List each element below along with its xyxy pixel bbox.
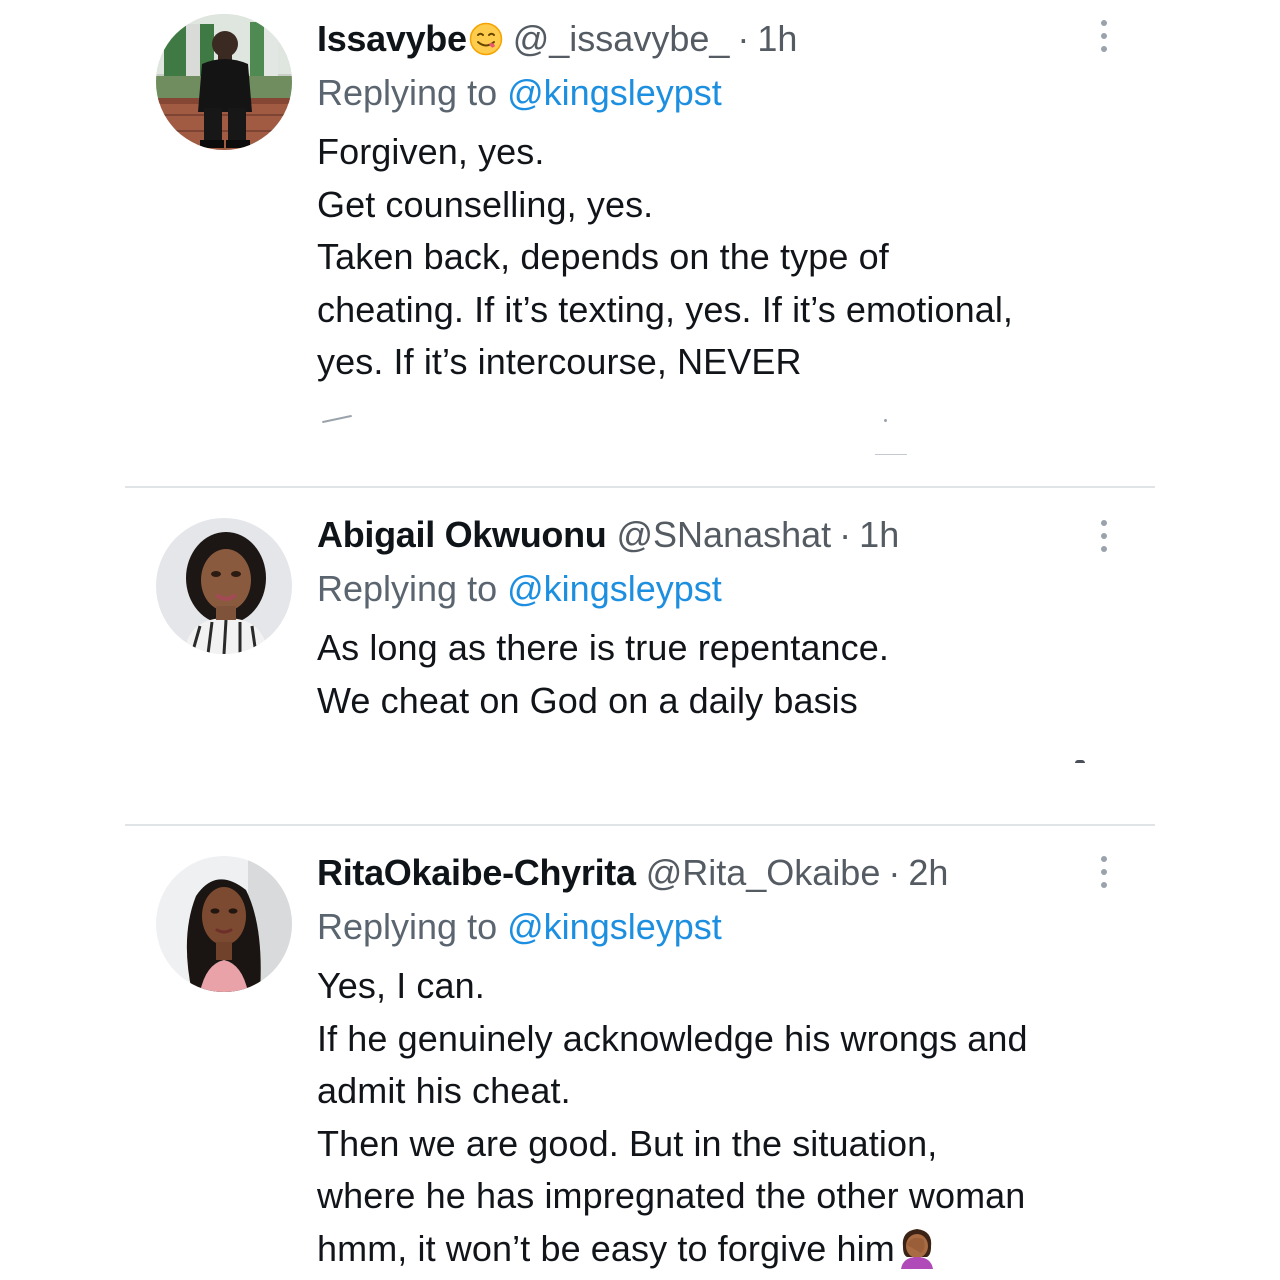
tweet-body-line: where he has impregnated the other woman xyxy=(317,1175,1026,1216)
cropped-action-remnant xyxy=(1075,760,1085,763)
tweet-body-line: cheating. If it’s texting, yes. If it’s … xyxy=(317,288,1014,330)
more-options-icon[interactable] xyxy=(1093,516,1115,556)
more-options-icon[interactable] xyxy=(1093,16,1115,56)
dot xyxy=(1101,882,1107,888)
tweet-body-line: yes. If it’s intercourse, NEVER xyxy=(317,341,802,382)
dot xyxy=(1101,856,1107,862)
cropped-action-remnant xyxy=(884,419,887,422)
dot xyxy=(1101,546,1107,552)
tweet-content: RitaOkaibe-Chyrita @Rita_Okaibe · 2h Rep… xyxy=(317,850,1130,1275)
man-in-black-suit-avatar-icon xyxy=(156,14,292,150)
timestamp[interactable]: 2h xyxy=(908,850,948,896)
replying-to-line: Replying to @kingsleypst xyxy=(317,904,1130,950)
user-handle[interactable]: @SNanashat xyxy=(617,512,832,558)
tweet-body-line: Then we are good. But in the situation, xyxy=(317,1122,938,1164)
separator: · xyxy=(888,852,901,893)
display-name[interactable]: Issavybe xyxy=(317,16,467,62)
timestamp[interactable]: 1h xyxy=(757,16,797,62)
display-name[interactable]: Abigail Okwuonu xyxy=(317,512,607,558)
woman-portrait-avatar-icon xyxy=(156,518,292,654)
tweet-body-line: If he genuinely acknowledge his wrongs a… xyxy=(317,1017,1028,1059)
dot xyxy=(1101,520,1107,526)
avatar[interactable] xyxy=(156,518,292,654)
woman-long-hair-avatar-icon xyxy=(156,856,292,992)
tweet-body-line: Taken back, depends on the type of xyxy=(317,236,889,277)
reply-feed: Issavybe @_issavybe_ · 1h Replying to @k… xyxy=(0,0,1280,1280)
cropped-action-remnant xyxy=(875,454,907,455)
dot xyxy=(1101,869,1107,875)
replying-to-label: Replying to xyxy=(317,568,498,609)
tweet-content: Issavybe @_issavybe_ · 1h Replying to @k… xyxy=(317,16,1130,389)
tweet-body: Yes, I can. If he genuinely acknowledge … xyxy=(317,960,1130,1275)
tweet-body-line: As long as there is true repentance. xyxy=(317,627,889,668)
face-savoring-food-icon xyxy=(469,22,503,56)
tweet-body: As long as there is true repentance. We … xyxy=(317,622,1130,727)
tweet-header: Issavybe @_issavybe_ · 1h xyxy=(317,16,1130,62)
replying-to-line: Replying to @kingsleypst xyxy=(317,70,1130,116)
replying-to-line: Replying to @kingsleypst xyxy=(317,566,1130,612)
tweet-body-line: We cheat on God on a daily basis xyxy=(317,679,858,721)
reply-tweet[interactable]: RitaOkaibe-Chyrita @Rita_Okaibe · 2h Rep… xyxy=(0,826,1280,1280)
reply-tweet[interactable]: Abigail Okwuonu @SNanashat · 1h Replying… xyxy=(0,488,1280,824)
reply-target-link[interactable]: @kingsleypst xyxy=(507,568,722,609)
tweet-body-line: Yes, I can. xyxy=(317,965,485,1006)
tweet-header: RitaOkaibe-Chyrita @Rita_Okaibe · 2h xyxy=(317,850,1130,896)
display-name[interactable]: RitaOkaibe-Chyrita xyxy=(317,850,636,896)
tweet-body-last-line: hmm, it won’t be easy to forgive him xyxy=(317,1223,1130,1276)
tweet-body-line: Get counselling, yes. xyxy=(317,183,654,225)
tweet-content: Abigail Okwuonu @SNanashat · 1h Replying… xyxy=(317,512,1130,727)
replying-to-label: Replying to xyxy=(317,906,498,947)
woman-facepalming-icon xyxy=(897,1225,937,1269)
tweet-body: Forgiven, yes. Get counselling, yes. Tak… xyxy=(317,126,1130,389)
dot xyxy=(1101,20,1107,26)
tweet-header: Abigail Okwuonu @SNanashat · 1h xyxy=(317,512,1130,558)
dot xyxy=(1101,33,1107,39)
replying-to-label: Replying to xyxy=(317,72,498,113)
user-handle[interactable]: @Rita_Okaibe xyxy=(646,850,881,896)
avatar[interactable] xyxy=(156,856,292,992)
user-handle[interactable]: @_issavybe_ xyxy=(513,16,730,62)
separator: · xyxy=(839,514,852,555)
tweet-body-line: admit his cheat. xyxy=(317,1070,571,1111)
tweet-body-line: Forgiven, yes. xyxy=(317,131,545,172)
avatar[interactable] xyxy=(156,14,292,150)
reply-tweet[interactable]: Issavybe @_issavybe_ · 1h Replying to @k… xyxy=(0,0,1280,486)
dot xyxy=(1101,46,1107,52)
dot xyxy=(1101,533,1107,539)
more-options-icon[interactable] xyxy=(1093,852,1115,892)
reply-target-link[interactable]: @kingsleypst xyxy=(507,906,722,947)
cropped-action-remnant xyxy=(322,414,352,424)
reply-target-link[interactable]: @kingsleypst xyxy=(507,72,722,113)
separator: · xyxy=(737,18,750,59)
tweet-body-line-text: hmm, it won’t be easy to forgive him xyxy=(317,1227,895,1269)
timestamp[interactable]: 1h xyxy=(859,512,899,558)
